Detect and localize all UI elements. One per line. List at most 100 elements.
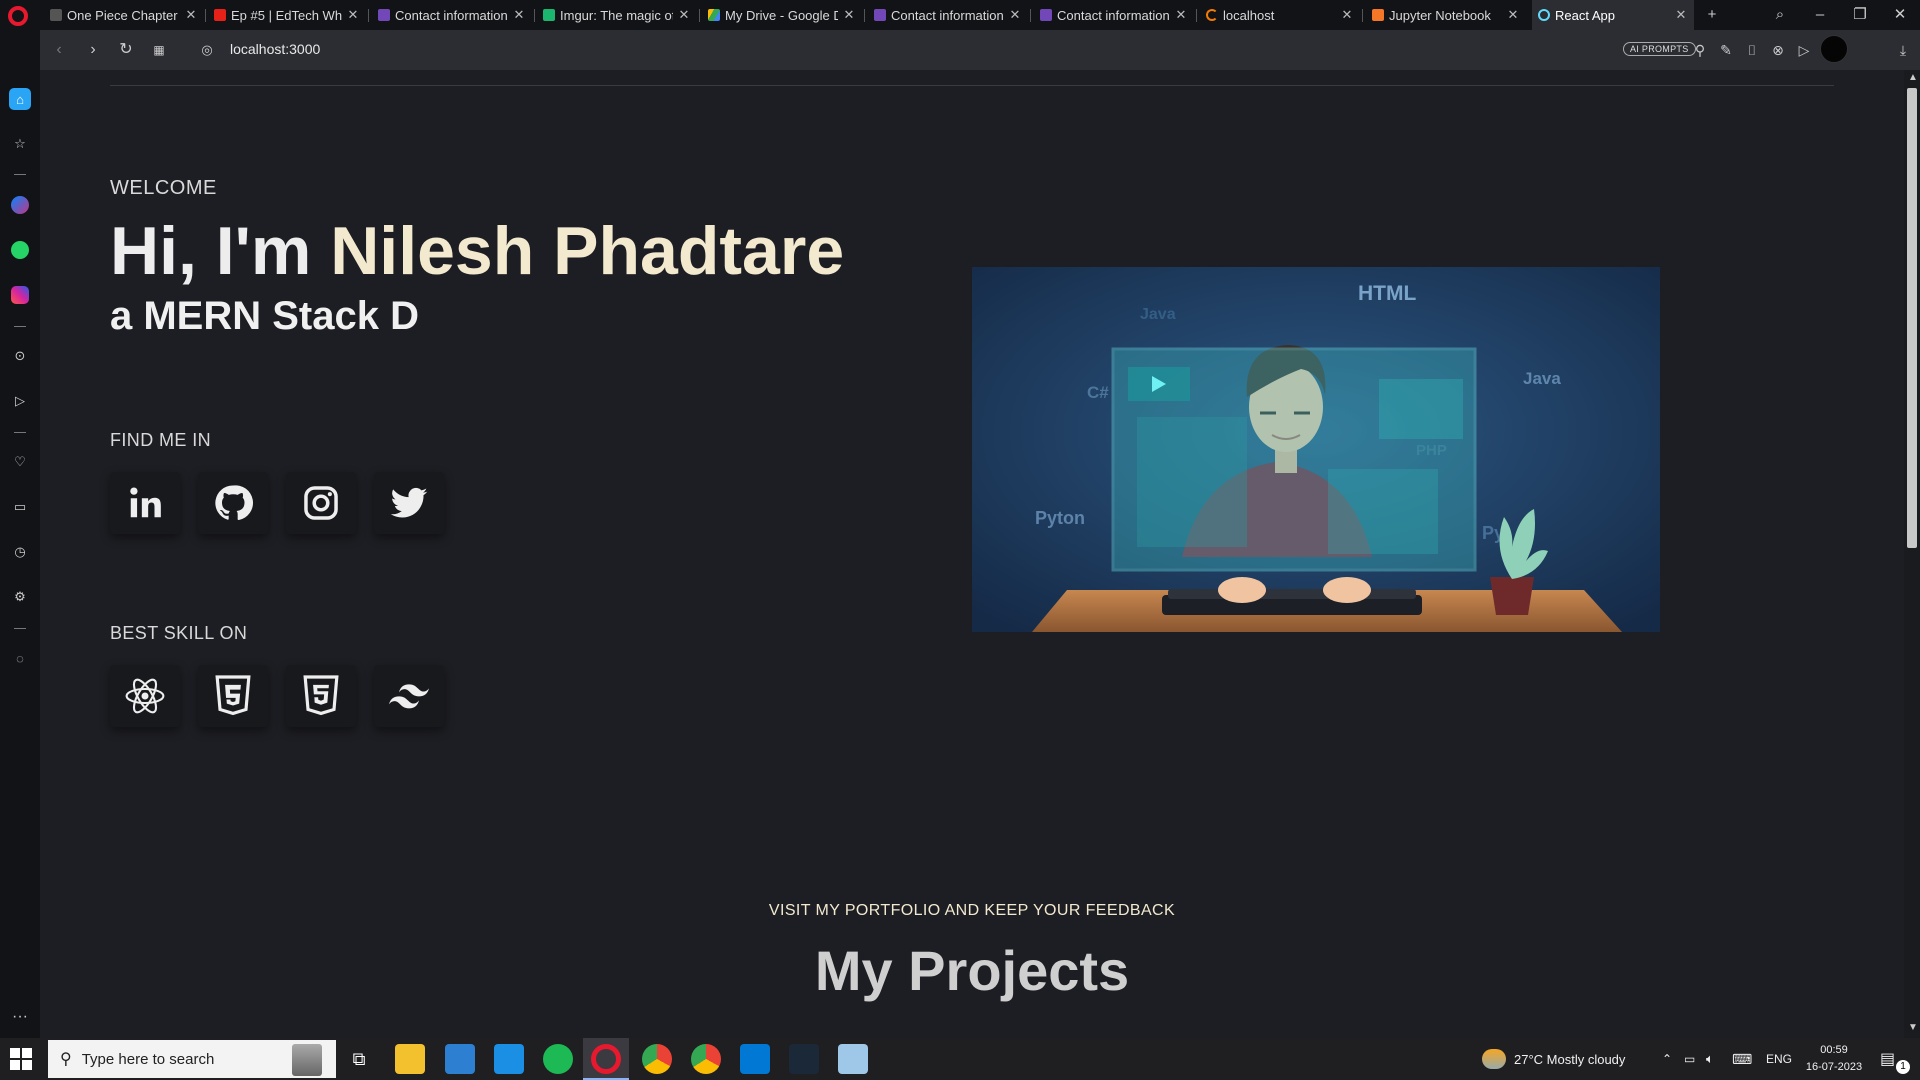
new-tab-icon[interactable]: + bbox=[1697, 4, 1727, 26]
tabs-icon[interactable]: ▭ bbox=[9, 496, 31, 518]
profile-avatar[interactable] bbox=[1820, 35, 1848, 63]
history-icon[interactable]: ◷ bbox=[9, 541, 31, 563]
whatsapp-icon[interactable] bbox=[11, 241, 29, 259]
instagram-icon[interactable] bbox=[11, 286, 29, 304]
tab-5[interactable]: Contact information ✕ bbox=[868, 0, 1028, 30]
close-icon[interactable]: ✕ bbox=[842, 7, 856, 23]
tab-3[interactable]: Imgur: The magic of ✕ bbox=[537, 0, 697, 30]
flow-icon[interactable]: ▷ bbox=[9, 390, 31, 412]
volume-icon[interactable]: 🔈︎ bbox=[1706, 1038, 1714, 1080]
language-indicator[interactable]: ENG bbox=[1766, 1038, 1792, 1080]
skill-tailwind bbox=[374, 665, 444, 727]
developer-illustration: HTML Java Java C# Pyton PHP Py bbox=[972, 267, 1660, 632]
linkedin-icon bbox=[130, 487, 161, 518]
block-icon[interactable]: ⊗ bbox=[1769, 41, 1787, 59]
back-icon[interactable]: ‹ bbox=[47, 38, 71, 62]
more-icon[interactable]: ··· bbox=[9, 1006, 31, 1028]
reload-icon[interactable]: ↻ bbox=[114, 38, 138, 62]
weather-text: 27°C Mostly cloudy bbox=[1514, 1051, 1626, 1067]
store-icon[interactable] bbox=[445, 1044, 475, 1074]
steam-icon[interactable] bbox=[789, 1044, 819, 1074]
tab-6[interactable]: Contact information ✕ bbox=[1034, 0, 1194, 30]
tabs-grid-icon[interactable]: ▦ bbox=[147, 38, 171, 62]
lightbulb-icon[interactable]: ◌ bbox=[9, 647, 31, 669]
camera-icon[interactable]: ⌷ bbox=[1743, 41, 1761, 59]
tab-title: Contact information bbox=[1057, 7, 1170, 23]
scroll-down-icon[interactable]: ▼ bbox=[1908, 1022, 1918, 1033]
github-button[interactable] bbox=[198, 472, 268, 534]
notes-icon[interactable] bbox=[838, 1044, 868, 1074]
clock-time: 00:59 bbox=[1820, 1044, 1848, 1056]
twitter-icon bbox=[390, 487, 428, 518]
hero-name: Nilesh Phadtare bbox=[330, 213, 845, 289]
twitter-button[interactable] bbox=[374, 472, 444, 534]
tab-4[interactable]: My Drive - Google D ✕ bbox=[702, 0, 862, 30]
notification-badge: 1 bbox=[1896, 1060, 1910, 1074]
vscode-icon[interactable] bbox=[740, 1044, 770, 1074]
settings-icon[interactable]: ⚙ bbox=[9, 586, 31, 608]
tab-8[interactable]: Jupyter Notebook ✕ bbox=[1366, 0, 1526, 30]
windows-taskbar: ⚲ Type here to search ⧉ 27°C Mostly clou… bbox=[0, 1038, 1920, 1080]
skill-html5 bbox=[286, 665, 356, 727]
tab-9-active[interactable]: React App ✕ bbox=[1532, 0, 1694, 30]
heart-icon[interactable]: ♡ bbox=[9, 451, 31, 473]
close-icon[interactable]: ✕ bbox=[1674, 7, 1688, 23]
instagram-button[interactable] bbox=[286, 472, 356, 534]
taskbar-search-input[interactable]: ⚲ Type here to search bbox=[48, 1040, 336, 1078]
spotify-icon[interactable] bbox=[543, 1044, 573, 1074]
send-icon[interactable]: ▷ bbox=[1795, 41, 1813, 59]
close-icon[interactable]: ✕ bbox=[1174, 7, 1188, 23]
network-icon[interactable]: ▭ bbox=[1684, 1038, 1695, 1080]
tray-chevron-icon[interactable]: ⌃ bbox=[1662, 1038, 1672, 1080]
opera-logo-icon[interactable] bbox=[8, 6, 28, 26]
ai-prompts-button[interactable]: AI PROMPTS bbox=[1623, 42, 1696, 56]
file-explorer-icon[interactable] bbox=[395, 1044, 425, 1074]
url-field[interactable]: localhost:3000 bbox=[230, 41, 320, 57]
search-tabs-icon[interactable]: ⌕ bbox=[1765, 4, 1795, 26]
tab-7[interactable]: localhost ✕ bbox=[1200, 0, 1360, 30]
download-icon[interactable]: ⤓ bbox=[1894, 41, 1912, 59]
mail-icon[interactable] bbox=[494, 1044, 524, 1074]
close-icon[interactable]: ✕ bbox=[1008, 7, 1022, 23]
globe-icon[interactable]: ◎ bbox=[195, 38, 219, 62]
close-icon[interactable]: ✕ bbox=[184, 7, 198, 23]
forward-icon[interactable]: › bbox=[81, 38, 105, 62]
restore-icon[interactable]: ❐ bbox=[1845, 4, 1875, 26]
home-icon[interactable]: ⌂ bbox=[9, 88, 31, 110]
tab-strip: One Piece Chapter 1( ✕ Ep #5 | EdTech Wh… bbox=[0, 0, 1920, 30]
clock[interactable]: 00:59 16-07-2023 bbox=[1802, 1042, 1866, 1076]
tab-title: One Piece Chapter 1( bbox=[67, 7, 180, 23]
visit-portfolio-text: VISIT MY PORTFOLIO AND KEEP YOUR FEEDBAC… bbox=[768, 902, 1176, 919]
close-icon[interactable]: ✕ bbox=[677, 7, 691, 23]
close-icon[interactable]: ✕ bbox=[346, 7, 360, 23]
player-icon[interactable]: ⊙ bbox=[9, 345, 31, 367]
linkedin-button[interactable] bbox=[110, 472, 180, 534]
opera-icon[interactable] bbox=[591, 1044, 621, 1074]
page-icon bbox=[50, 9, 62, 21]
task-view-icon[interactable]: ⧉ bbox=[344, 1044, 374, 1074]
close-icon[interactable]: ✕ bbox=[1340, 7, 1354, 23]
page-scrollbar[interactable]: ▲ ▼ bbox=[1904, 70, 1920, 1038]
best-skill-label: BEST SKILL ON bbox=[110, 623, 248, 643]
scroll-thumb[interactable] bbox=[1907, 88, 1917, 548]
minimize-icon[interactable]: – bbox=[1805, 4, 1835, 26]
close-icon[interactable]: ✕ bbox=[512, 7, 526, 23]
chrome-icon[interactable] bbox=[642, 1044, 672, 1074]
star-icon[interactable]: ☆ bbox=[9, 133, 31, 155]
keyboard-icon[interactable]: ⌨ bbox=[1732, 1038, 1752, 1080]
zoom-icon[interactable]: ⚲ bbox=[1691, 41, 1709, 59]
imgur-icon bbox=[543, 9, 555, 21]
notifications-icon[interactable]: ▤ bbox=[1880, 1038, 1895, 1080]
windows-start-icon[interactable] bbox=[10, 1048, 32, 1070]
chrome-profile-icon[interactable] bbox=[691, 1044, 721, 1074]
messenger-icon[interactable] bbox=[11, 196, 29, 214]
tab-title: My Drive - Google D bbox=[725, 7, 838, 23]
tab-0[interactable]: One Piece Chapter 1( ✕ bbox=[44, 0, 204, 30]
scroll-up-icon[interactable]: ▲ bbox=[1908, 72, 1918, 83]
tab-1[interactable]: Ep #5 | EdTech What ✕ bbox=[208, 0, 366, 30]
edit-icon[interactable]: ✎ bbox=[1717, 41, 1735, 59]
weather-widget[interactable]: 27°C Mostly cloudy bbox=[1482, 1038, 1625, 1080]
close-window-icon[interactable]: ✕ bbox=[1885, 4, 1915, 26]
tab-2[interactable]: Contact information ✕ bbox=[372, 0, 532, 30]
close-icon[interactable]: ✕ bbox=[1506, 7, 1520, 23]
